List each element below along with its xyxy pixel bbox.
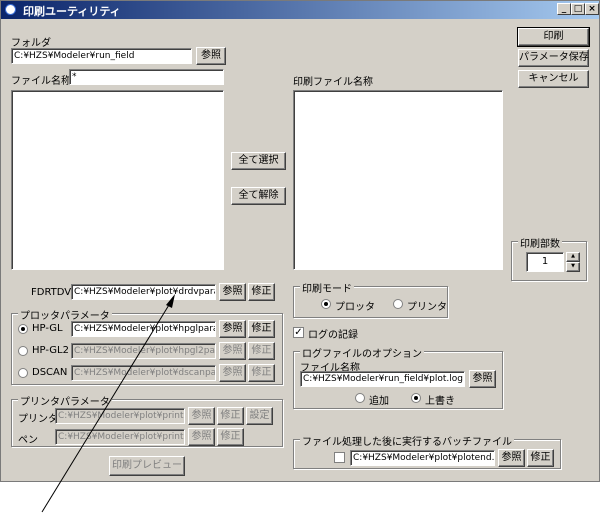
hpgl2-browse-button[interactable]: 参照: [219, 342, 246, 360]
print-button[interactable]: 印刷: [517, 27, 590, 47]
batch-label: ファイル処理した後に実行するバッチファイル: [300, 433, 514, 448]
batch-edit-button[interactable]: 修正: [527, 449, 554, 467]
deselect-all-button[interactable]: 全て解除: [231, 187, 286, 205]
cancel-button[interactable]: キャンセル: [518, 70, 589, 88]
app-icon: [5, 4, 16, 15]
print-file-label: 印刷ファイル名称: [293, 77, 373, 88]
plotter-params-label: プロッタパラメータ: [18, 307, 112, 322]
pen-edit-button[interactable]: 修正: [217, 428, 244, 446]
save-params-button[interactable]: パラメータ保存: [518, 49, 589, 67]
copies-input[interactable]: 1: [526, 252, 564, 272]
print-mode-label: 印刷モード: [300, 280, 354, 295]
copies-down-button[interactable]: ▼: [566, 262, 580, 272]
fdrtdv-browse-button[interactable]: 参照: [219, 283, 246, 301]
log-label: ログの記録: [308, 330, 358, 341]
hpgl2-input[interactable]: C:¥HZS¥Modeler¥plot¥hpgl2para.txt: [71, 343, 216, 359]
filename-input[interactable]: *: [69, 69, 224, 85]
log-checkbox[interactable]: ✓: [293, 327, 304, 338]
batch-file-input[interactable]: C:¥HZS¥Modeler¥plot¥plotend.bat: [350, 450, 495, 466]
fdrtdv-edit-button[interactable]: 修正: [248, 283, 275, 301]
printer-settings-button[interactable]: 設定: [246, 407, 273, 425]
append-label: 追加: [369, 396, 389, 407]
pen-browse-button[interactable]: 参照: [188, 428, 215, 446]
hpgl-edit-button[interactable]: 修正: [248, 320, 275, 338]
select-all-button[interactable]: 全て選択: [231, 152, 286, 170]
plotter-mode-label: プロッタ: [335, 302, 375, 313]
pen-input[interactable]: C:¥HZS¥Modeler¥plot¥printpen.t: [55, 429, 185, 445]
fdrtdv-input[interactable]: C:¥HZS¥Modeler¥plot¥drdvpara.txt: [71, 284, 216, 300]
printer-param-input[interactable]: C:¥HZS¥Modeler¥plot¥printpara: [55, 408, 185, 424]
overwrite-label: 上書き: [425, 396, 455, 407]
pen-label: ペン: [18, 435, 38, 446]
overwrite-radio[interactable]: [411, 393, 421, 403]
log-browse-button[interactable]: 参照: [469, 370, 496, 388]
copies-label: 印刷部数: [518, 235, 562, 250]
copies-up-button[interactable]: ▲: [566, 252, 580, 262]
hpgl2-radio[interactable]: [18, 346, 28, 356]
dscan-radio[interactable]: [18, 368, 28, 378]
hpgl2-edit-button[interactable]: 修正: [248, 342, 275, 360]
window-title: 印刷ユーティリティ: [23, 5, 121, 18]
folder-browse-button[interactable]: 参照: [196, 47, 226, 65]
minimize-button[interactable]: _: [557, 3, 571, 15]
log-options-label: ログファイルのオプション: [300, 345, 424, 360]
folder-label: フォルダ: [11, 38, 51, 49]
hpgl-label: HP-GL: [32, 323, 63, 334]
maximize-button[interactable]: □: [571, 3, 585, 15]
batch-checkbox[interactable]: [334, 452, 345, 463]
file-list[interactable]: [11, 90, 224, 270]
print-file-list[interactable]: [293, 90, 503, 270]
print-utility-window: 印刷ユーティリティ _ □ × フォルダ C:¥HZS¥Modeler¥run_…: [0, 0, 600, 482]
printer-mode-radio[interactable]: [393, 299, 403, 309]
printer-mode-label: プリンタ: [407, 302, 447, 313]
printer-browse-button[interactable]: 参照: [188, 407, 215, 425]
log-file-input[interactable]: C:¥HZS¥Modeler¥run_field¥plot.log: [300, 371, 465, 387]
dscan-label: DSCAN: [32, 367, 68, 378]
printer-params-label: プリンタパラメータ: [18, 393, 112, 408]
hpgl-radio[interactable]: [18, 324, 28, 334]
append-radio[interactable]: [355, 393, 365, 403]
plotter-mode-radio[interactable]: [321, 299, 331, 309]
dscan-input[interactable]: C:¥HZS¥Modeler¥plot¥dscanpara.txt: [71, 365, 216, 381]
print-preview-button[interactable]: 印刷プレビュー: [109, 456, 185, 476]
title-bar[interactable]: 印刷ユーティリティ _ □ ×: [1, 1, 599, 19]
printer-label: プリンタ: [18, 414, 58, 425]
folder-input[interactable]: C:¥HZS¥Modeler¥run_field: [11, 48, 192, 64]
printer-edit-button[interactable]: 修正: [217, 407, 244, 425]
dscan-edit-button[interactable]: 修正: [248, 364, 275, 382]
fdrtdv-label: FDRTDV: [31, 287, 72, 298]
batch-browse-button[interactable]: 参照: [498, 449, 525, 467]
dscan-browse-button[interactable]: 参照: [219, 364, 246, 382]
close-button[interactable]: ×: [585, 3, 599, 15]
hpgl-browse-button[interactable]: 参照: [219, 320, 246, 338]
hpgl-input[interactable]: C:¥HZS¥Modeler¥plot¥hpglpara.txt: [71, 321, 216, 337]
hpgl2-label: HP-GL2: [32, 345, 69, 356]
filename-label: ファイル名称: [11, 76, 71, 87]
